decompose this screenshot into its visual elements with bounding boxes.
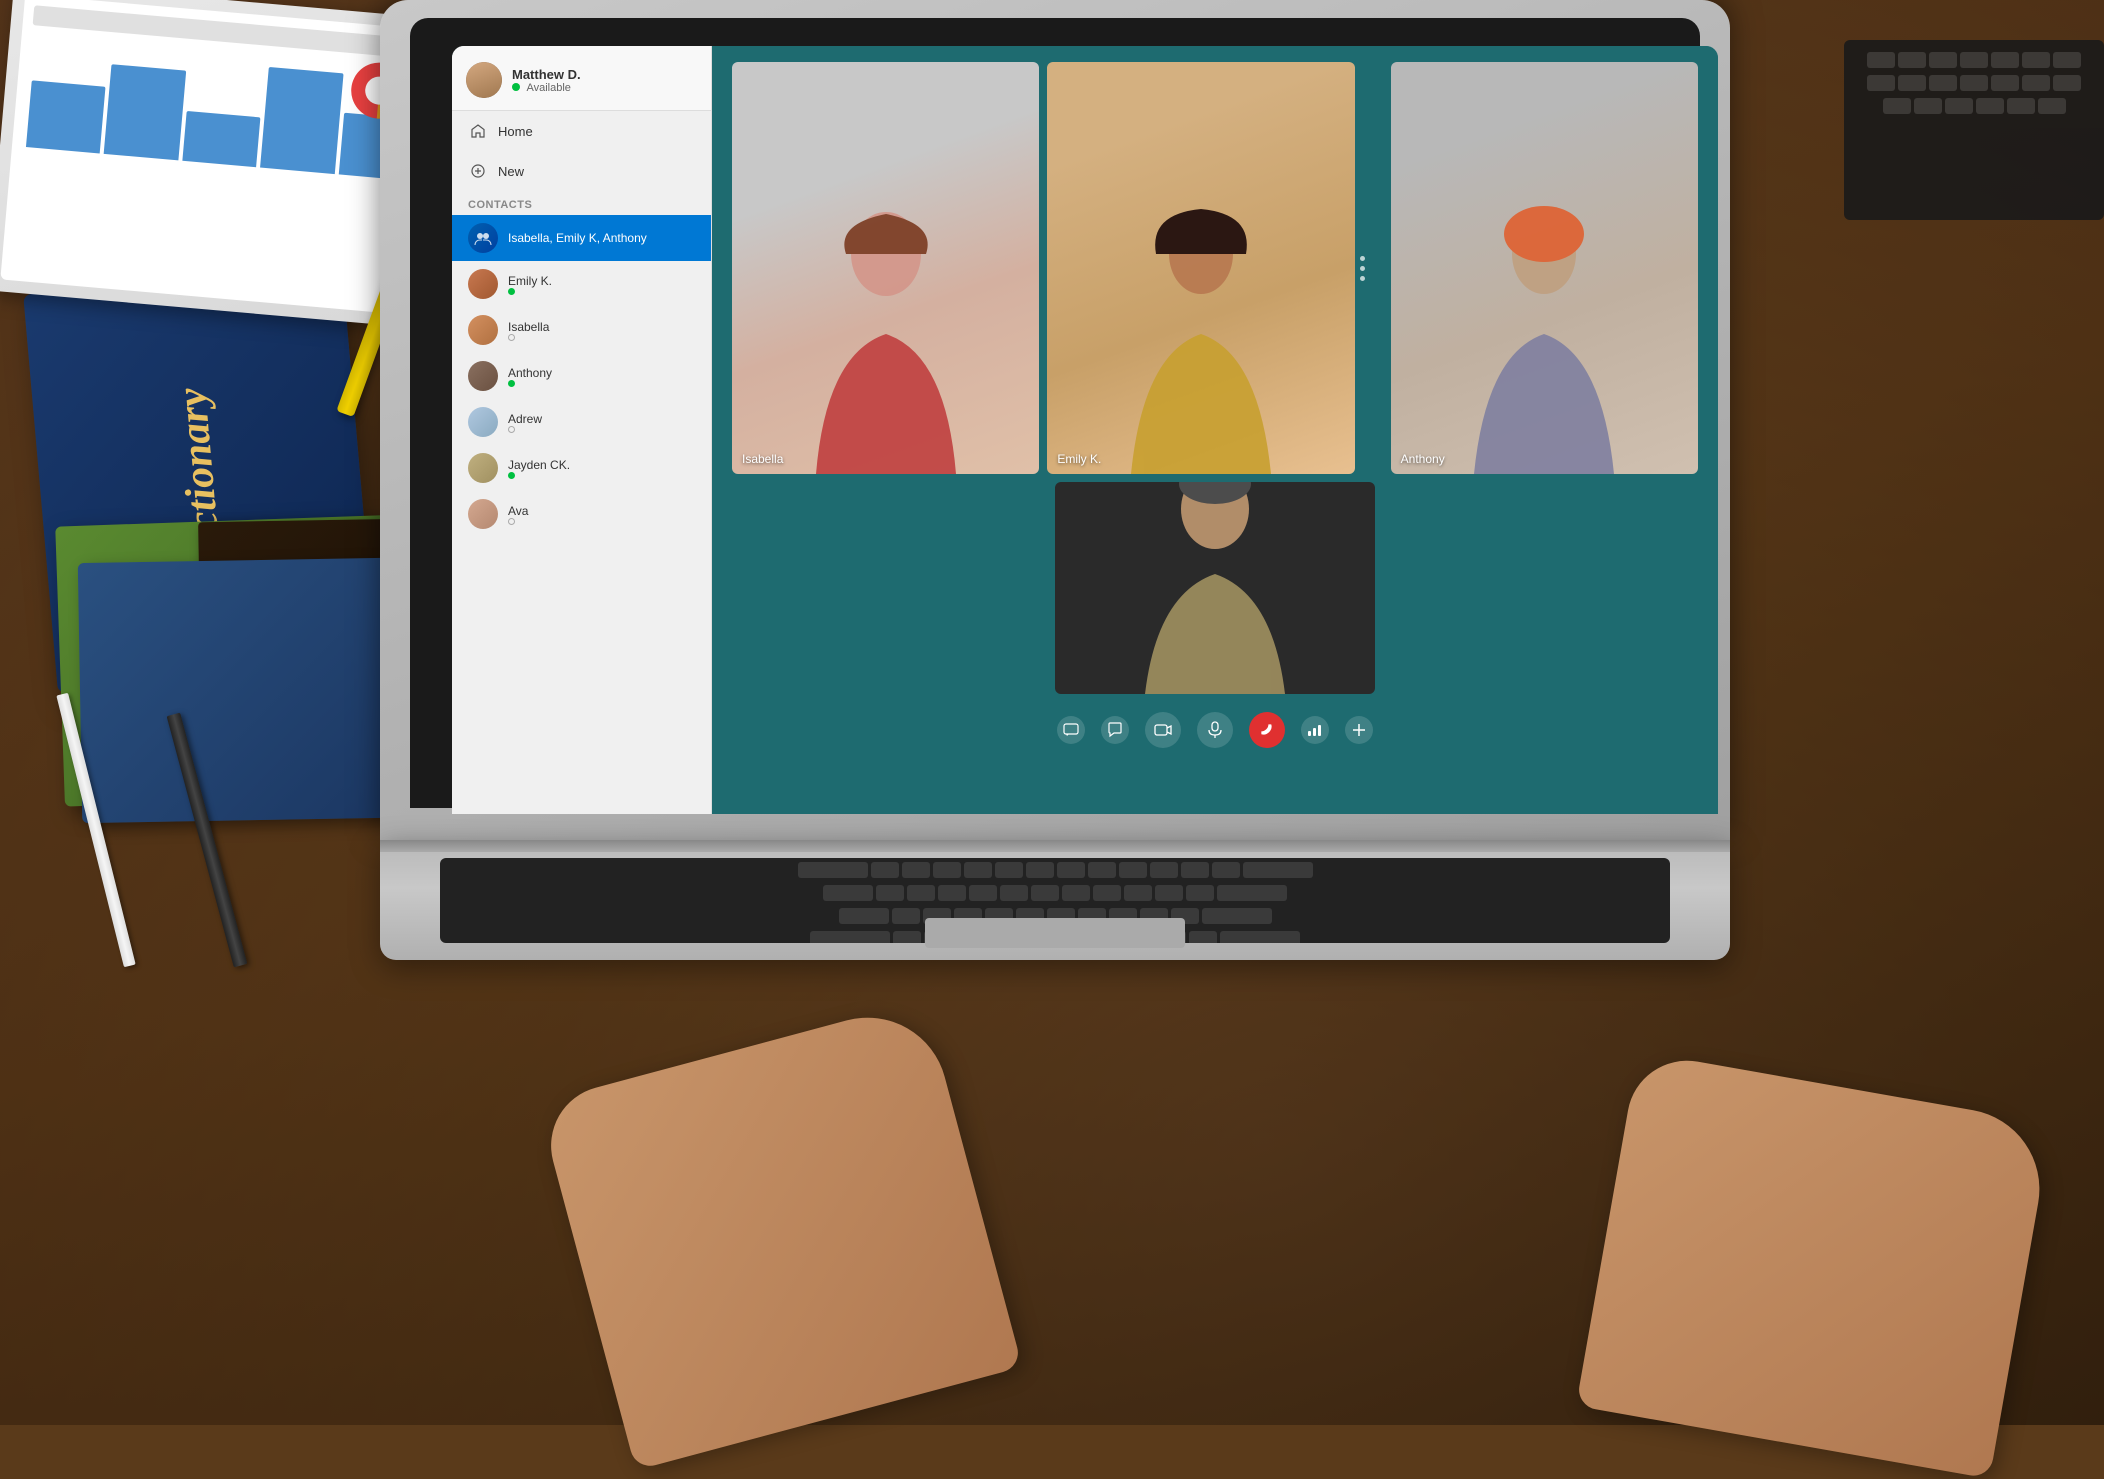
video-cell-bottom [1055, 482, 1375, 694]
contact-item-anthony[interactable]: Anthony [452, 353, 711, 399]
video-row-bottom [712, 482, 1718, 702]
contact-avatar-adrew [468, 407, 498, 437]
laptop-base [380, 840, 1730, 960]
home-label: Home [498, 124, 533, 139]
video-cell-anthony: Anthony [1391, 62, 1698, 474]
status-dot-green [512, 83, 520, 91]
contact-status-anthony [508, 380, 552, 387]
video-label-isabella: Isabella [742, 452, 783, 466]
nav-home[interactable]: Home [452, 111, 711, 151]
profile-area: Matthew D. Available [452, 46, 711, 111]
contact-status-jayden [508, 472, 570, 479]
contact-avatar-ava [468, 499, 498, 529]
figure-container-anthony [1391, 62, 1698, 474]
contact-status-isabella [508, 334, 549, 341]
figure-container-bottom [1055, 482, 1375, 694]
profile-row: Matthew D. Available [466, 62, 697, 98]
figure-container-isabella [732, 62, 1039, 474]
video-cell-isabella: Isabella [732, 62, 1039, 474]
contact-avatar-jayden [468, 453, 498, 483]
laptop: Matthew D. Available [380, 0, 1730, 1000]
contact-avatar-isabella [468, 315, 498, 345]
contact-item-isabella[interactable]: Isabella [452, 307, 711, 353]
call-controls-bar [712, 702, 1718, 758]
video-label-anthony: Anthony [1401, 452, 1445, 466]
new-label: New [498, 164, 524, 179]
contact-name-group: Isabella, Emily K, Anthony [508, 231, 647, 245]
trackpad[interactable] [925, 918, 1185, 948]
end-call-button[interactable] [1249, 712, 1285, 748]
laptop-lid: Matthew D. Available [380, 0, 1730, 840]
tablet-chart [0, 0, 439, 316]
contact-item-ava[interactable]: Ava [452, 491, 711, 537]
video-cell-emily: Emily K. [1047, 62, 1354, 474]
contact-item-jayden[interactable]: Jayden CK. [452, 445, 711, 491]
contact-name-emily: Emily K. [508, 274, 552, 288]
three-dots-menu[interactable] [1353, 62, 1373, 474]
hand-right [1576, 1051, 2052, 1478]
nav-new[interactable]: New [452, 151, 711, 191]
tablet-screen [0, 0, 439, 316]
contact-status-ava [508, 518, 528, 525]
external-keyboard [1844, 40, 2104, 220]
contact-name-jayden: Jayden CK. [508, 458, 570, 472]
screen-bezel: Matthew D. Available [410, 18, 1700, 808]
video-label-emily: Emily K. [1057, 452, 1101, 466]
home-icon [468, 121, 488, 141]
contact-name-anthony: Anthony [508, 366, 552, 380]
mic-button[interactable] [1197, 712, 1233, 748]
profile-status: Available [512, 82, 581, 94]
figure-container-emily [1047, 62, 1354, 474]
contact-item-adrew[interactable]: Adrew [452, 399, 711, 445]
contact-name-ava: Ava [508, 504, 528, 518]
contact-status-adrew [508, 426, 542, 433]
profile-avatar [466, 62, 502, 98]
app-screen: Matthew D. Available [452, 46, 1718, 814]
contact-name-isabella: Isabella [508, 320, 549, 334]
profile-name: Matthew D. [512, 67, 581, 82]
add-participant-button[interactable] [1345, 716, 1373, 744]
contact-item-emily[interactable]: Emily K. [452, 261, 711, 307]
new-icon [468, 161, 488, 181]
chat-button[interactable] [1057, 716, 1085, 744]
contact-name-adrew: Adrew [508, 412, 542, 426]
message-button[interactable] [1101, 716, 1129, 744]
contact-item-group[interactable]: Isabella, Emily K, Anthony [452, 215, 711, 261]
video-row-top: Isabella Emily K. [712, 46, 1718, 482]
signal-button[interactable] [1301, 716, 1329, 744]
contact-status-emily [508, 288, 552, 295]
laptop-hinge [380, 840, 1730, 852]
video-call-area: Isabella Emily K. [712, 46, 1718, 758]
contact-avatar-anthony [468, 361, 498, 391]
app-sidebar: Matthew D. Available [452, 46, 712, 814]
contact-avatar-emily [468, 269, 498, 299]
camera-button[interactable] [1145, 712, 1181, 748]
contacts-section-label: Contacts [452, 191, 711, 215]
contact-avatar-group [468, 223, 498, 253]
